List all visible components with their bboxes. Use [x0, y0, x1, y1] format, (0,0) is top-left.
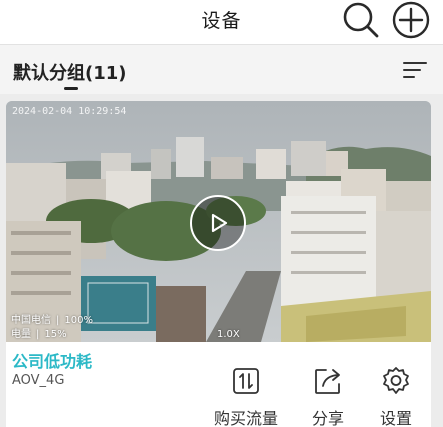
gear-icon: [383, 367, 409, 394]
search-button[interactable]: [340, 0, 382, 40]
divider: |: [36, 329, 40, 340]
buy-data-label: 购买流量: [213, 409, 278, 427]
menu-lines-icon: [403, 62, 427, 78]
top-bar: 设备: [0, 0, 443, 44]
group-title[interactable]: 默认分组(11): [13, 59, 127, 85]
device-name[interactable]: 公司低功耗: [12, 348, 92, 372]
settings-label: 设置: [379, 409, 412, 427]
share-icon: [315, 369, 340, 394]
camera-preview[interactable]: 2024-02-04 10:29:54 中国电信 | 100% 电量 | 15% 1.0…: [6, 101, 431, 342]
battery-status: 电量 | 15%: [11, 325, 67, 340]
battery-label: 电量: [11, 329, 31, 340]
play-button[interactable]: [190, 195, 246, 251]
zoom-level: 1.0X: [217, 329, 240, 340]
data-transfer-icon: [233, 368, 259, 394]
group-menu-button[interactable]: [402, 59, 428, 81]
group-header: 默认分组(11): [0, 44, 443, 94]
signal-value: 100%: [64, 315, 93, 326]
share-button[interactable]: 分享: [293, 365, 363, 427]
buy-data-button[interactable]: 购买流量: [211, 365, 281, 427]
play-icon: [211, 213, 228, 233]
signal-status: 中国电信 | 100%: [11, 311, 93, 326]
battery-value: 15%: [44, 329, 67, 340]
add-device-button[interactable]: [390, 0, 432, 40]
plus-circle-icon: [392, 1, 430, 39]
device-list-screen: 设备 默认分组(11) 2024-02-04 10:29:54 中国电信 | 1…: [0, 0, 443, 427]
device-card: 2024-02-04 10:29:54 中国电信 | 100% 电量 | 15% 1.0…: [6, 101, 431, 427]
settings-button[interactable]: 设置: [361, 365, 431, 427]
device-model: AOV_4G: [12, 373, 65, 388]
timestamp-overlay: 2024-02-04 10:29:54: [12, 106, 127, 117]
search-icon: [343, 2, 379, 38]
group-tab-indicator: [64, 87, 78, 90]
share-label: 分享: [311, 409, 344, 427]
